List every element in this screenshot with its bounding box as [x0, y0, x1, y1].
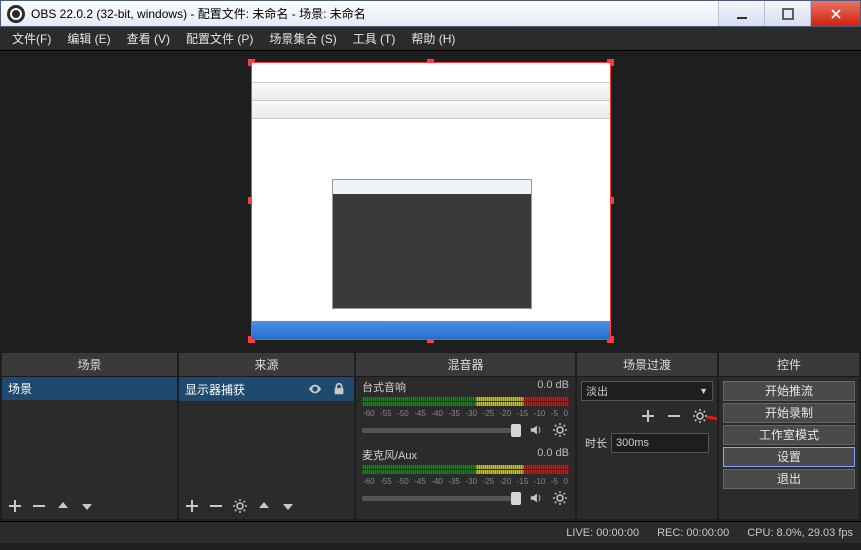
source-label: 显示器捕获 — [185, 381, 306, 398]
menu-view[interactable]: 查看 (V) — [119, 27, 178, 50]
scene-down-button[interactable] — [78, 497, 96, 515]
close-button[interactable] — [810, 1, 860, 26]
chevron-down-icon: ▼ — [699, 386, 708, 396]
channel-settings-icon[interactable] — [551, 489, 569, 507]
controls-header: 控件 — [719, 353, 859, 377]
window-titlebar: OBS 22.0.2 (32-bit, windows) - 配置文件: 未命名… — [0, 0, 861, 27]
scenes-panel: 场景 场景 — [2, 353, 177, 519]
channel-name: 台式音响 — [362, 379, 406, 395]
transitions-header: 场景过渡 — [577, 353, 717, 377]
transition-settings-icon[interactable] — [691, 407, 709, 425]
menu-profile[interactable]: 配置文件 (P) — [178, 27, 261, 50]
start-recording-button[interactable]: 开始录制 — [723, 403, 855, 423]
volume-slider[interactable] — [362, 496, 521, 501]
channel-settings-icon[interactable] — [551, 421, 569, 439]
controls-panel: 控件 开始推流 开始录制 工作室模式 设置 退出 — [719, 353, 859, 519]
menu-bar: 文件(F) 编辑 (E) 查看 (V) 配置文件 (P) 场景集合 (S) 工具… — [0, 27, 861, 51]
status-bar: LIVE: 00:00:00 REC: 00:00:00 CPU: 8.0%, … — [0, 521, 861, 543]
duration-input[interactable]: 300ms — [611, 433, 709, 453]
mixer-channel: 台式音响 0.0 dB -60-55-50-45-40-35-30-25-20-1… — [356, 377, 575, 445]
exit-button[interactable]: 退出 — [723, 469, 855, 489]
source-settings-icon[interactable] — [231, 497, 249, 515]
add-scene-button[interactable] — [6, 497, 24, 515]
status-live: LIVE: 00:00:00 — [566, 527, 639, 539]
menu-scene-collection[interactable]: 场景集合 (S) — [261, 27, 344, 50]
settings-button[interactable]: 设置 — [723, 447, 855, 467]
menu-help[interactable]: 帮助 (H) — [403, 27, 463, 50]
speaker-icon[interactable] — [527, 421, 545, 439]
status-cpu: CPU: 8.0%, 29.03 fps — [747, 527, 853, 539]
channel-name: 麦克风/Aux — [362, 447, 417, 463]
remove-transition-button[interactable] — [665, 407, 683, 425]
maximize-button[interactable] — [764, 1, 810, 26]
studio-mode-button[interactable]: 工作室模式 — [723, 425, 855, 445]
menu-file[interactable]: 文件(F) — [4, 27, 59, 50]
start-streaming-button[interactable]: 开始推流 — [723, 381, 855, 401]
menu-tools[interactable]: 工具 (T) — [345, 27, 404, 50]
transition-select[interactable]: 淡出▼ — [581, 381, 713, 401]
mixer-header: 混音器 — [356, 353, 575, 377]
speaker-icon[interactable] — [527, 489, 545, 507]
add-transition-button[interactable] — [639, 407, 657, 425]
volume-slider[interactable] — [362, 428, 521, 433]
status-rec: REC: 00:00:00 — [657, 527, 729, 539]
scene-item[interactable]: 场景 — [2, 377, 177, 400]
scenes-header: 场景 — [2, 353, 177, 377]
minimize-button[interactable] — [718, 1, 764, 26]
remove-scene-button[interactable] — [30, 497, 48, 515]
duration-label: 时长 — [585, 435, 607, 451]
source-up-button[interactable] — [255, 497, 273, 515]
channel-level: 0.0 dB — [537, 379, 569, 395]
mixer-channel: 麦克风/Aux 0.0 dB -60-55-50-45-40-35-30-25-2… — [356, 445, 575, 513]
remove-source-button[interactable] — [207, 497, 225, 515]
app-icon — [7, 5, 25, 23]
preview-source-frame[interactable] — [251, 62, 611, 340]
visibility-icon[interactable] — [306, 380, 324, 398]
meter-ticks: -60-55-50-45-40-35-30-25-20-15-10-50 — [362, 409, 569, 419]
sources-header: 来源 — [179, 353, 354, 377]
scene-up-button[interactable] — [54, 497, 72, 515]
source-down-button[interactable] — [279, 497, 297, 515]
window-title: OBS 22.0.2 (32-bit, windows) - 配置文件: 未命名… — [31, 5, 718, 22]
mixer-panel: 混音器 台式音响 0.0 dB -60-55-50-45-40-35-30-25-… — [356, 353, 575, 519]
meter-ticks: -60-55-50-45-40-35-30-25-20-15-10-50 — [362, 477, 569, 487]
menu-edit[interactable]: 编辑 (E) — [59, 27, 118, 50]
source-item[interactable]: 显示器捕获 — [179, 377, 354, 401]
preview-area[interactable] — [0, 51, 861, 351]
sources-panel: 来源 显示器捕获 — [179, 353, 354, 519]
channel-level: 0.0 dB — [537, 447, 569, 463]
transitions-panel: 场景过渡 淡出▼ 时长 300ms — [577, 353, 717, 519]
audio-meter — [362, 465, 569, 475]
lock-icon[interactable] — [330, 380, 348, 398]
audio-meter — [362, 397, 569, 407]
preview-content — [252, 63, 610, 339]
add-source-button[interactable] — [183, 497, 201, 515]
